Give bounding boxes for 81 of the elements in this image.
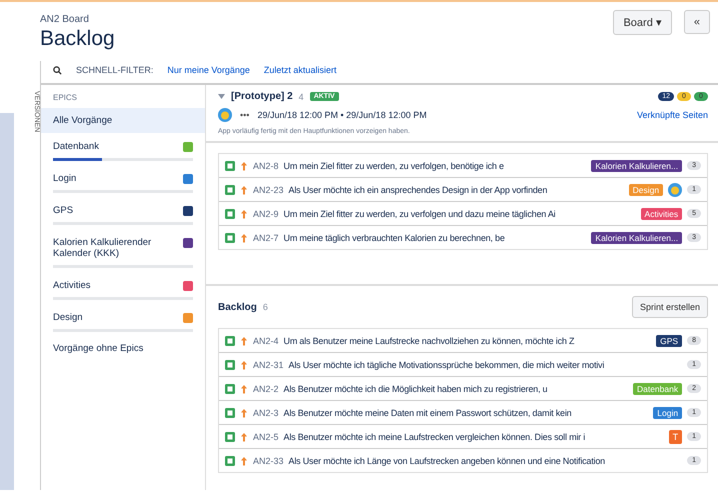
epic-label: Kalorien Kalkulieren... [591,160,682,172]
epic-item[interactable]: Datenbank [41,133,205,161]
avatar-icon [218,108,232,122]
epic-label: Activities [640,208,682,220]
epic-filter-item[interactable]: Alle Vorgänge [41,108,205,133]
more-button[interactable]: ••• [240,110,250,120]
epic-item[interactable]: Kalorien Kalkulierender Kalender (KKK) [41,229,205,268]
header-button[interactable]: Board ▾ [613,10,672,35]
issue-summary: Als User möchte ich tägliche Motivationssprüche bekommen, die mich weiter motivi [288,360,606,370]
priority-arrow-icon [240,360,248,370]
epic-label: Datenbank [632,382,682,394]
issue-summary: Um als Benutzer meine Laufstrecke nachvollziehen zu können, möchte ich Z [284,336,576,346]
epic-name: Design [53,312,83,323]
issue-summary: Um mein Ziel fitter zu werden, zu verfolgen und dazu meine täglichen Ai [284,208,556,218]
story-icon [225,360,235,370]
epic-label: Design [628,184,664,196]
header-button[interactable]: « [684,10,710,34]
issue-key[interactable]: AN2-7 [253,232,279,242]
issue-summary: Um mein Ziel fitter zu werden, zu verfolgen, benötige ich e [284,160,505,170]
issue-key[interactable]: AN2-33 [253,456,284,466]
issue-key[interactable]: AN2-8 [253,160,279,170]
epic-name: Datenbank [53,141,99,152]
story-icon [225,408,235,418]
story-icon [225,184,235,194]
priority-arrow-icon [240,184,248,194]
issue-key[interactable]: AN2-3 [253,408,279,418]
backlog-title: Backlog [218,302,257,312]
issue-key[interactable]: AN2-23 [253,184,284,194]
issue-key[interactable]: AN2-2 [253,384,279,394]
priority-arrow-icon [240,336,248,346]
epic-name: Kalorien Kalkulierender Kalender (KKK) [53,237,152,259]
epic-filter-item[interactable]: Vorgänge ohne Epics [41,336,205,361]
priority-arrow-icon [240,432,248,442]
issue-summary: Als Benutzer möchte ich die Möglichkeit haben mich zu registrieren, u [284,384,548,394]
issue-summary: Als User möchte ich ein ansprechendes Design in der App vorfinden [288,184,548,194]
board-name: AN2 Board [40,14,90,25]
issue-key[interactable]: AN2-31 [253,360,284,370]
create-sprint-button[interactable]: Sprint erstellen [632,296,708,318]
story-icon [225,232,235,242]
priority-arrow-icon [240,208,248,218]
epic-name: Activities [53,280,90,291]
story-icon [225,208,235,218]
story-icon [225,384,235,394]
search-icon[interactable] [53,66,62,74]
epic-item[interactable]: Login [41,165,205,193]
quick-filter-link[interactable]: Zuletzt aktualisiert [264,65,336,75]
epic-label: GPS [656,334,682,346]
issue-summary: Als Benutzer möchte ich meine Laufstrecken vergleichen können. Dies soll mir i [284,432,586,442]
sprint-dates: 29/Jun/18 12:00 PM • 29/Jun/18 12:00 PM [257,110,427,120]
epics-heading: EPICS [52,92,78,104]
avatar-letter: T [668,430,682,444]
epic-name: Login [53,173,76,184]
issue-key[interactable]: AN2-4 [253,336,279,346]
epic-label: Login [653,406,682,418]
issue-key[interactable]: AN2-5 [253,432,279,442]
epic-item[interactable]: Design [41,304,205,332]
issue-summary: Als Benutzer möchte meine Daten mit einem Passwort schützen, damit kein [284,408,572,418]
quick-filter-link[interactable]: Nur meine Vorgänge [167,65,250,75]
story-icon [225,456,235,466]
priority-arrow-icon [240,456,248,466]
story-icon [225,336,235,346]
issue-key[interactable]: AN2-9 [253,208,279,218]
sprint-name: [Prototype] 2 [231,91,293,102]
quick-filter-label: SCHNELL-FILTER: [76,65,154,75]
story-icon [225,160,235,170]
epic-name: GPS [53,205,74,216]
epic-label: Kalorien Kalkulieren... [591,232,682,244]
priority-arrow-icon [240,232,248,242]
epic-item[interactable]: Activities [41,272,205,300]
linked-pages-link[interactable]: Verknüpfte Seiten [636,110,708,120]
issue-summary: Als User möchte ich Länge von Laufstrecken angeben können und eine Notification [288,456,606,466]
priority-arrow-icon [240,384,248,394]
epic-item[interactable]: GPS [41,197,205,225]
story-icon [225,432,235,442]
page-title: Backlog [40,27,116,51]
issue-summary: Um meine täglich verbrauchten Kalorien zu berechnen, be [284,232,506,242]
issue-count: 4 [298,92,304,102]
priority-arrow-icon [240,408,248,418]
priority-arrow-icon [240,160,248,170]
caret-icon[interactable] [218,94,225,99]
issue-count: 6 [262,302,268,312]
